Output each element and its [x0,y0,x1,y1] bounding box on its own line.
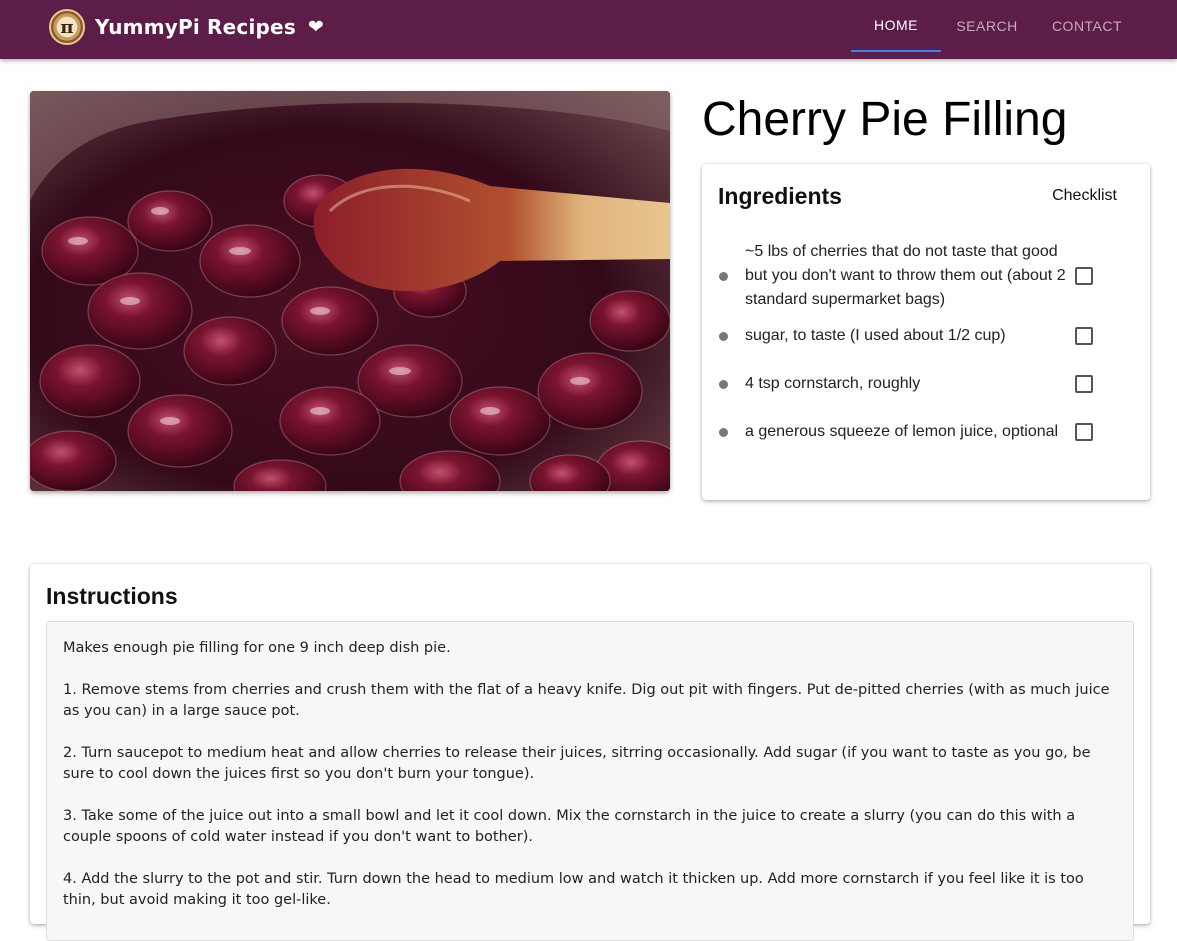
ingredients-card: Ingredients Checklist ~5 lbs of cherries… [702,164,1150,500]
ingredient-item: sugar, to taste (I used about 1/2 cup) [702,312,1150,360]
ingredient-checkbox[interactable] [1075,375,1093,393]
ingredients-heading: Ingredients [718,183,842,209]
instructions-card: Instructions Makes enough pie filling fo… [30,564,1150,941]
heart-icon: ❤ [307,16,324,38]
ingredient-text: 4 tsp cornstarch, roughly [745,375,921,392]
instructions-text-box: Makes enough pie filling for one 9 inch … [46,621,1134,941]
instructions-paragraph: 3. Take some of the juice out into a sma… [63,808,1076,845]
pie-logo-icon: π [49,9,85,45]
ingredient-checkbox[interactable] [1075,267,1093,285]
brand-link[interactable]: π YummyPi Recipes ❤ [49,8,324,46]
cherry-filling-photo [30,91,670,491]
nav-contact-tab[interactable]: CONTACT [1033,0,1141,52]
main-nav: HOME SEARCH CONTACT [851,0,1141,59]
nav-home-tab[interactable]: HOME [851,0,941,52]
ingredient-item: 4 tsp cornstarch, roughly [702,360,1150,408]
bullet-icon [719,379,728,389]
ingredient-text: ~5 lbs of cherries that do not taste tha… [745,243,1066,308]
bullet-icon [719,331,728,341]
recipe-title: Cherry Pie Filling [702,93,1068,146]
instructions-heading: Instructions [46,583,178,609]
brand-title: YummyPi Recipes [95,15,296,39]
ingredient-item: a generous squeeze of lemon juice, optio… [702,408,1150,456]
instructions-paragraph: 2. Turn saucepot to medium heat and allo… [63,745,1091,782]
app-bar: π YummyPi Recipes ❤ HOME SEARCH CONTACT [0,0,1177,59]
checklist-label: Checklist [1052,187,1117,204]
ingredient-checkbox[interactable] [1075,327,1093,345]
ingredient-text: sugar, to taste (I used about 1/2 cup) [745,327,1006,344]
instructions-paragraph: Makes enough pie filling for one 9 inch … [63,640,451,656]
instructions-paragraph: 1. Remove stems from cherries and crush … [63,682,1110,719]
ingredient-text: a generous squeeze of lemon juice, optio… [745,423,1059,440]
ingredient-checkbox[interactable] [1075,423,1093,441]
bullet-icon [719,271,728,281]
ingredient-item: ~5 lbs of cherries that do not taste tha… [702,240,1150,312]
nav-search-tab[interactable]: SEARCH [941,0,1033,52]
recipe-hero-image [30,91,670,491]
ingredients-list: ~5 lbs of cherries that do not taste tha… [702,240,1150,456]
bullet-icon [719,427,728,437]
instructions-paragraph: 4. Add the slurry to the pot and stir. T… [63,871,1084,908]
